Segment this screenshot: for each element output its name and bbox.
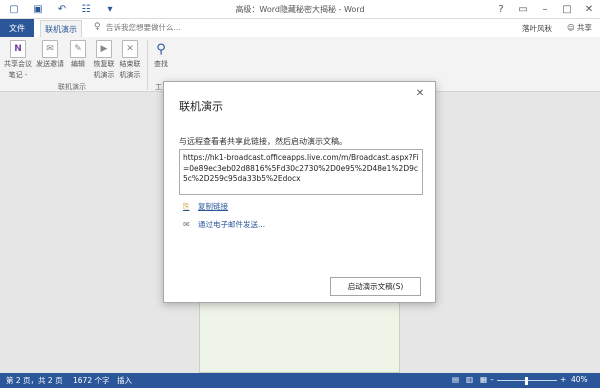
help-icon[interactable]: ? (490, 0, 512, 19)
ribbon-display-icon[interactable]: ▭ (512, 0, 534, 19)
button-label: 发送邀请 (36, 60, 64, 68)
button-label-line2: 机演示 (93, 71, 115, 79)
zoom-slider-thumb[interactable] (525, 377, 528, 385)
button-label-line2: 机演示 (119, 71, 141, 79)
dialog-title: 联机演示 (179, 100, 223, 113)
email-icon: ✉ (183, 219, 190, 229)
copy-link-label: 复制链接 (198, 202, 228, 211)
button-label: 结束联 (119, 60, 141, 68)
copy-link-button[interactable]: ⎘ 复制链接 (183, 201, 228, 212)
word-count[interactable]: 1672 个字 (73, 375, 109, 386)
status-bar: 第 2 页，共 2 页 1672 个字 插入 ▤ ▥ ▦ – + 40% (0, 373, 600, 388)
user-name[interactable]: 落叶风秋 (522, 23, 552, 34)
minimize-icon[interactable]: – (534, 0, 556, 19)
button-label: 编辑 (71, 60, 85, 68)
group-label-editing: 工 (155, 83, 162, 91)
start-presentation-button[interactable]: 启动演示文稿(S) (330, 277, 421, 296)
share-meeting-notes-button[interactable]: N 共享会议 笔记 - (4, 40, 32, 80)
maximize-icon[interactable]: □ (556, 0, 578, 19)
button-label-line2: 笔记 - (8, 71, 28, 79)
zoom-out-icon[interactable]: – (490, 375, 494, 384)
find-button[interactable]: ⚲ 查找 (147, 40, 175, 69)
button-label: 恢复联 (93, 60, 115, 68)
send-email-button[interactable]: ✉ 通过电子邮件发送... (183, 219, 265, 230)
group-label-broadcast: 联机演示 (58, 83, 86, 91)
button-label: 共享会议 (4, 60, 32, 68)
button-label: 查找 (154, 60, 168, 68)
close-icon[interactable]: ✕ (578, 0, 600, 19)
copy-icon: ⎘ (183, 201, 190, 211)
lightbulb-icon: ♀ (94, 22, 101, 32)
dialog-description: 与远程查看者共享此链接，然后启动演示文稿。 (179, 137, 347, 146)
close-icon[interactable]: ✕ (414, 88, 426, 100)
broadcast-url-field[interactable]: https://hk1-broadcast.officeapps.live.co… (179, 149, 423, 195)
tell-me-placeholder: 告诉我您想要做什么... (106, 23, 181, 32)
zoom-in-icon[interactable]: + (560, 375, 566, 384)
tab-broadcast[interactable]: 联机演示 (40, 20, 82, 37)
broadcast-dialog: 联机演示 ✕ 与远程查看者共享此链接，然后启动演示文稿。 https://hk1… (163, 81, 436, 303)
print-layout-icon[interactable]: ▥ (466, 375, 473, 384)
send-email-label: 通过电子邮件发送... (198, 220, 266, 229)
read-mode-icon[interactable]: ▤ (452, 375, 459, 384)
person-icon: ☺ (567, 23, 575, 32)
share-button[interactable]: ☺ 共享 (567, 22, 592, 33)
find-icon: ⚲ (156, 41, 166, 57)
title-bar: ▢ ▣ ↶ ☷ ▾ 高级​：Word隐藏秘密大揭秘 - Word ? ▭ – □… (0, 0, 600, 19)
resume-icon: ▶ (96, 40, 112, 58)
insert-mode[interactable]: 插入 (117, 375, 132, 386)
web-layout-icon[interactable]: ▦ (480, 375, 487, 384)
window-controls: ? ▭ – □ ✕ (490, 0, 600, 19)
end-icon: ✕ (122, 40, 138, 58)
document-page[interactable] (199, 302, 400, 373)
edit-button[interactable]: ✎ 编辑 (64, 40, 92, 69)
send-invite-icon: ✉ (42, 40, 58, 58)
tab-file[interactable]: 文件 (0, 19, 34, 37)
ribbon-tab-row: 文件 联机演示 ♀ 告诉我您想要做什么... 落叶风秋 ☺ 共享 (0, 19, 600, 37)
onenote-icon: N (10, 40, 26, 58)
tell-me-box[interactable]: ♀ 告诉我您想要做什么... (94, 22, 181, 33)
edit-icon: ✎ (70, 40, 86, 58)
end-broadcast-button[interactable]: ✕ 结束联 机演示 (116, 40, 144, 80)
share-label: 共享 (576, 23, 592, 32)
send-invite-button[interactable]: ✉ 发送邀请 (36, 40, 64, 69)
page-count[interactable]: 第 2 页，共 2 页 (6, 375, 63, 386)
resume-broadcast-button[interactable]: ▶ 恢复联 机演示 (90, 40, 118, 80)
zoom-level[interactable]: 40% (571, 375, 588, 384)
